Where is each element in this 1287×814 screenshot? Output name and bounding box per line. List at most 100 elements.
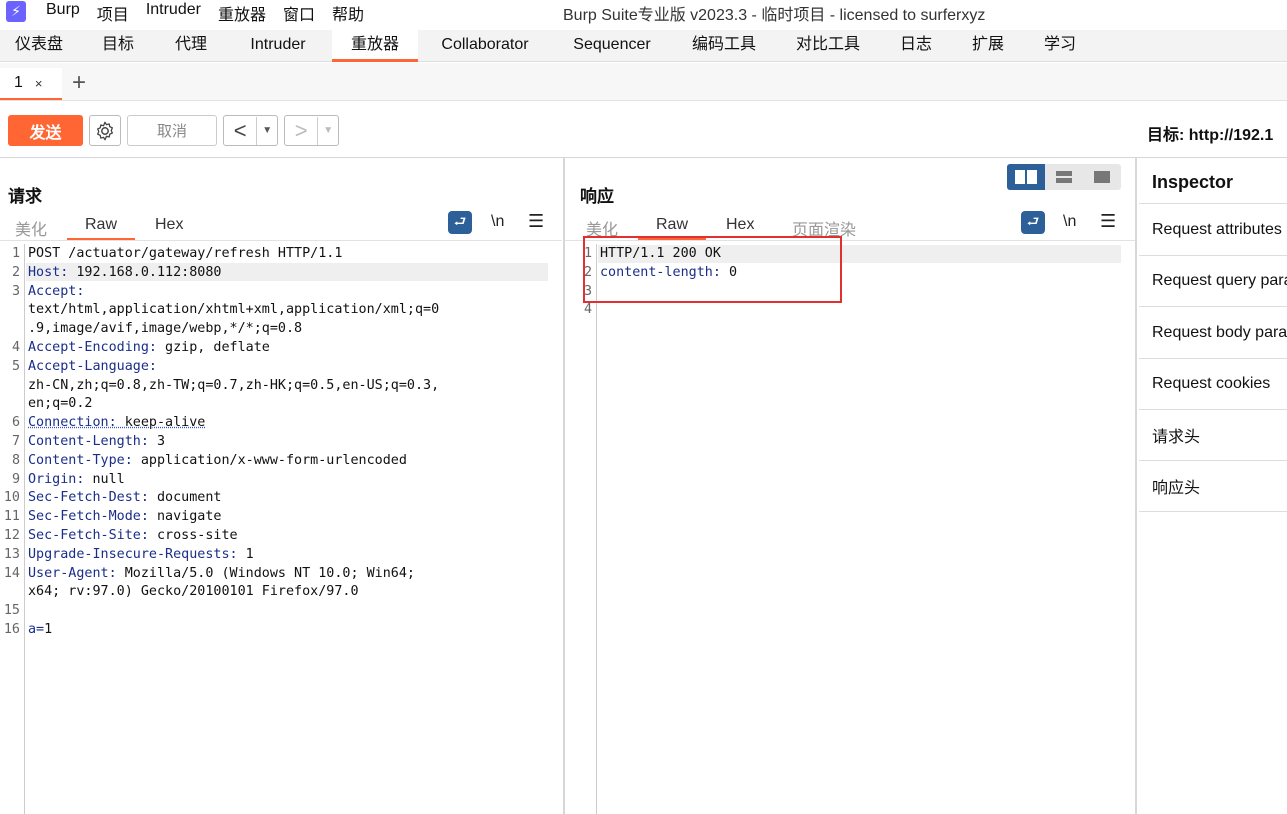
code-line: Accept-Language: — [28, 358, 439, 377]
cancel-button[interactable]: 取消 — [127, 115, 217, 146]
line-number: 8 — [11, 452, 20, 468]
code-line: en;q=0.2 — [28, 395, 439, 414]
tab-sequencer[interactable]: Sequencer — [552, 30, 672, 62]
inspector-title: Inspector — [1152, 172, 1234, 192]
line-number — [0, 583, 20, 602]
header-value: Mozilla/5.0 (Windows NT 10.0; Win64; — [116, 565, 415, 581]
chevron-down-icon[interactable]: ▼ — [257, 125, 277, 136]
tab-repeater[interactable]: 重放器 — [332, 30, 418, 62]
tab-decoder[interactable]: 编码工具 — [672, 30, 776, 62]
header-name: Accept-Encoding: — [28, 339, 157, 355]
line-number — [0, 377, 20, 396]
tab-extensions[interactable]: 扩展 — [952, 30, 1024, 62]
chevron-down-icon[interactable]: ▼ — [318, 125, 338, 136]
back-button[interactable]: < ▼ — [223, 115, 278, 146]
code-line: text/html,application/xhtml+xml,applicat… — [28, 301, 439, 320]
side-by-side-layout-button[interactable] — [1007, 164, 1045, 190]
inspector-request-cookies[interactable]: Request cookies — [1139, 359, 1287, 410]
request-tab-pretty[interactable]: 美化 — [15, 216, 47, 240]
header-name: Connection: — [28, 415, 117, 431]
menu-burp[interactable]: Burp — [46, 1, 80, 25]
code-text: .9,image/avif,image/webp,*/*;q=0.8 — [28, 321, 303, 337]
line-number: 14 — [3, 565, 20, 581]
tab-comparer[interactable]: 对比工具 — [776, 30, 880, 62]
request-tab-raw[interactable]: Raw — [85, 216, 117, 234]
settings-button[interactable] — [89, 115, 121, 146]
request-tab-hex[interactable]: Hex — [155, 216, 183, 234]
send-button[interactable]: 发送 — [8, 115, 83, 146]
tab-proxy[interactable]: 代理 — [158, 30, 224, 62]
line-number: 12 — [3, 527, 20, 543]
header-name: Accept: — [28, 283, 85, 299]
show-newlines-button[interactable]: \n — [491, 213, 504, 231]
burp-lightning-icon: ⚡ — [6, 1, 26, 22]
menu-help[interactable]: 帮助 — [332, 1, 364, 25]
request-menu-icon[interactable]: ☰ — [528, 211, 544, 232]
header-name: Sec-Fetch-Site: — [28, 527, 149, 543]
forward-button[interactable]: > ▼ — [284, 115, 339, 146]
code-text: x64; rv:97.0) Gecko/20100101 Firefox/97.… — [28, 584, 359, 600]
code-line: User-Agent: Mozilla/5.0 (Windows NT 10.0… — [28, 565, 439, 584]
response-gutter-line — [596, 244, 597, 814]
line-number: 9 — [11, 471, 20, 487]
response-tab-hex[interactable]: Hex — [726, 216, 754, 234]
request-title: 请求 — [8, 187, 42, 206]
code-text: text/html,application/xhtml+xml,applicat… — [28, 302, 440, 318]
word-wrap-icon[interactable]: ⮐ — [1021, 211, 1045, 234]
menu-intruder[interactable]: Intruder — [146, 1, 201, 25]
target-label[interactable]: 目标: http://192.1 — [1147, 121, 1273, 145]
line-number: 6 — [11, 415, 20, 431]
menu-window[interactable]: 窗口 — [283, 1, 315, 25]
tab-target[interactable]: 目标 — [78, 30, 158, 62]
code-line: Sec-Fetch-Site: cross-site — [28, 527, 439, 546]
stacked-layout-button[interactable] — [1045, 164, 1083, 190]
title-bar: ⚡ Burp 项目 Intruder 重放器 窗口 帮助 Burp Suite专… — [0, 0, 1287, 24]
main-tab-bar: 仪表盘 目标 代理 Intruder 重放器 Collaborator Sequ… — [0, 30, 1287, 62]
tab-collaborator[interactable]: Collaborator — [418, 30, 552, 62]
repeater-tab-label: 1 — [14, 74, 23, 91]
menu-bar: Burp 项目 Intruder 重放器 窗口 帮助 — [46, 1, 381, 25]
code-line: a=1 — [28, 621, 439, 640]
code-line: Sec-Fetch-Dest: document — [28, 489, 439, 508]
header-value: cross-site — [148, 527, 238, 543]
tab-intruder[interactable]: Intruder — [224, 30, 332, 62]
menu-repeater[interactable]: 重放器 — [218, 1, 266, 25]
header-value: document — [148, 490, 222, 506]
close-icon[interactable]: × — [35, 76, 43, 91]
line-number: 3 — [11, 283, 20, 299]
response-tab-raw[interactable]: Raw — [656, 216, 688, 234]
chevron-right-icon: > — [285, 116, 319, 145]
add-tab-button[interactable]: + — [72, 69, 86, 97]
response-menu-icon[interactable]: ☰ — [1100, 211, 1116, 232]
inspector-request-attributes[interactable]: Request attributes — [1139, 205, 1287, 256]
line-number: 13 — [3, 546, 20, 562]
inspector-request-body-params[interactable]: Request body parameters — [1139, 308, 1287, 359]
request-editor[interactable]: POST /actuator/gateway/refresh HTTP/1.1 H… — [28, 245, 439, 640]
repeater-tab-1[interactable]: 1 × — [0, 68, 62, 100]
code-line: Sec-Fetch-Mode: navigate — [28, 508, 439, 527]
header-name: Content-Type: — [28, 452, 133, 468]
line-number: 16 — [3, 621, 20, 637]
inspector-request-headers[interactable]: 请求头 — [1139, 410, 1287, 461]
inspector-response-headers[interactable]: 响应头 — [1139, 461, 1287, 512]
line-number — [0, 301, 20, 320]
tabbed-layout-button[interactable] — [1083, 164, 1121, 190]
menu-project[interactable]: 项目 — [97, 1, 129, 25]
line-number: 11 — [3, 509, 20, 525]
word-wrap-icon[interactable]: ⮐ — [448, 211, 472, 234]
panel-divider[interactable] — [563, 158, 565, 814]
code-line: x64; rv:97.0) Gecko/20100101 Firefox/97.… — [28, 583, 439, 602]
tab-learn[interactable]: 学习 — [1024, 30, 1096, 62]
request-line-numbers: 1 2 3 4 5 6 7 8 9 10 11 12 13 14 15 16 — [0, 245, 20, 640]
tab-dashboard[interactable]: 仪表盘 — [0, 30, 78, 62]
code-line: Accept: — [28, 283, 439, 302]
header-name: Sec-Fetch-Dest: — [28, 490, 149, 506]
header-value: 1 — [44, 621, 53, 637]
code-line: Origin: null — [28, 471, 439, 490]
show-newlines-button[interactable]: \n — [1063, 213, 1076, 231]
line-number: 4 — [11, 339, 20, 355]
tab-logger[interactable]: 日志 — [880, 30, 952, 62]
line-number: 1 — [11, 246, 20, 261]
inspector-request-query-params[interactable]: Request query parameters — [1139, 256, 1287, 307]
